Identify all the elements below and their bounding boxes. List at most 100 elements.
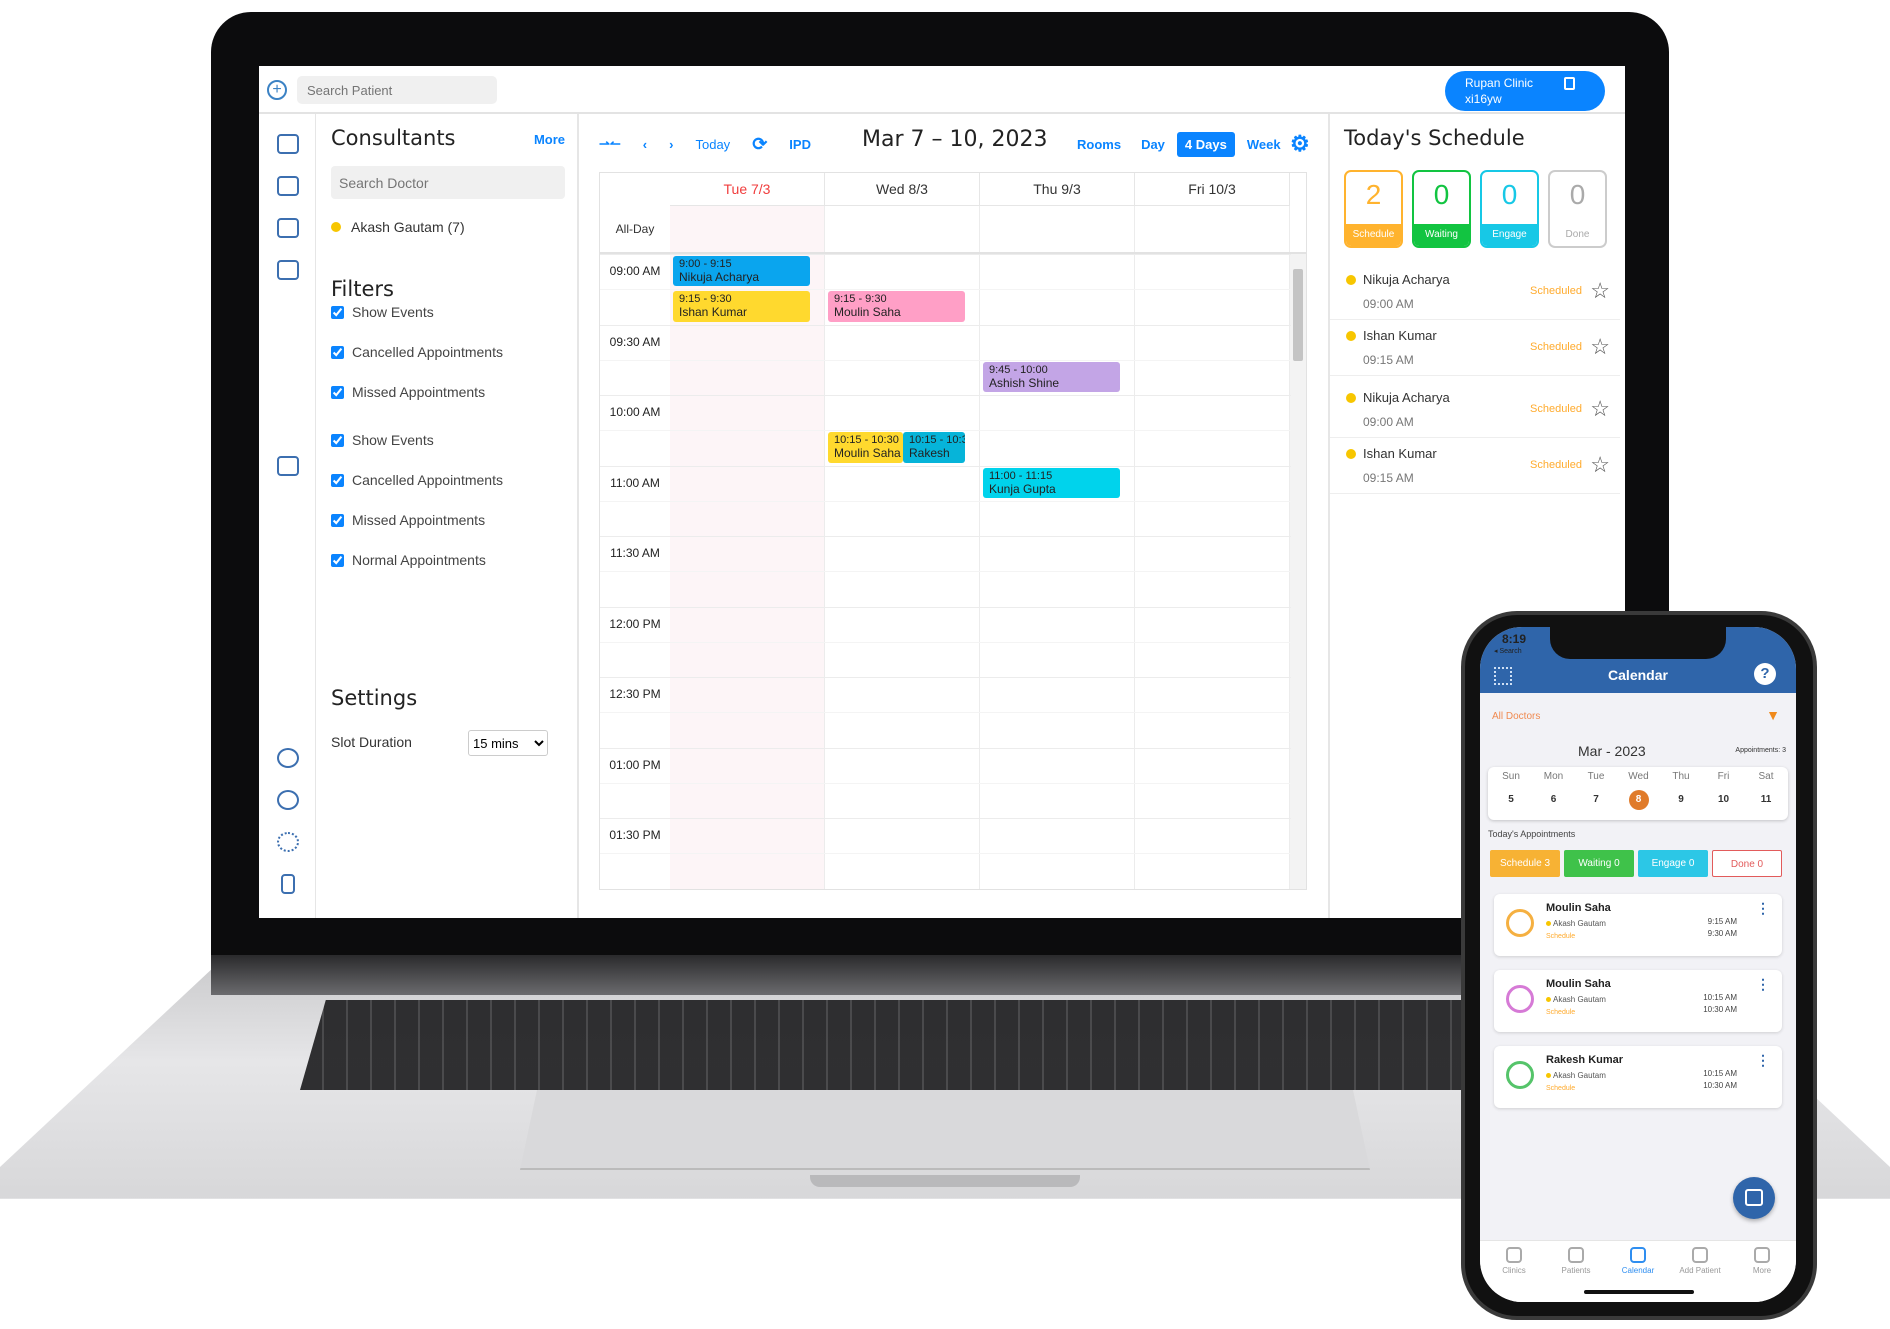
appointment-card[interactable]: Moulin Saha Akash Gautam Schedule 9:15 AM 9:…	[1494, 894, 1782, 956]
status-box-done[interactable]: 0 Done	[1548, 170, 1607, 248]
filter-checkbox[interactable]	[331, 513, 344, 527]
status-button-engage[interactable]: Engage 0	[1638, 850, 1708, 877]
appointment-card[interactable]: Moulin Saha Akash Gautam Schedule 10:15 AM 1…	[1494, 970, 1782, 1032]
appointment-event[interactable]: 9:00 - 9:15 Nikuja Acharya	[673, 256, 810, 287]
gear-icon[interactable]: ⚙	[1290, 129, 1310, 159]
week-day[interactable]: Fri 10	[1703, 771, 1745, 810]
chevron-left-icon[interactable]: ‹	[643, 137, 647, 152]
day-header[interactable]: Wed 8/3	[825, 173, 980, 206]
clinic-switcher[interactable]: Rupan Clinic xi16yw	[1445, 71, 1605, 111]
refresh-icon[interactable]: ⟳	[752, 134, 767, 155]
view-4-days[interactable]: 4 Days	[1176, 131, 1235, 157]
appointment-event[interactable]: 10:15 - 10:30Rakesh	[903, 432, 965, 463]
appointment-event[interactable]: 11:00 - 11:15 Kunja Gupta	[983, 467, 1120, 498]
kebab-menu-icon[interactable]: ⋮	[1756, 976, 1770, 993]
week-day[interactable]: Sat 11	[1745, 771, 1787, 810]
device-icon[interactable]	[281, 874, 295, 894]
filter-checkbox-row[interactable]: Show Events	[331, 432, 434, 448]
clinics-icon	[1506, 1247, 1522, 1263]
status-box-waiting[interactable]: 0 Waiting	[1412, 170, 1471, 248]
back-to-search[interactable]: ◂ Search	[1494, 647, 1522, 655]
star-icon[interactable]: ☆	[1590, 278, 1610, 304]
status-box-schedule[interactable]: 2 Schedule	[1344, 170, 1403, 248]
filter-checkbox[interactable]	[331, 473, 344, 487]
filter-icon[interactable]: ▼	[1766, 707, 1780, 723]
end-time: 10:30 AM	[1703, 1005, 1737, 1014]
doctor-item[interactable]: Akash Gautam (7)	[331, 219, 465, 235]
gear-icon[interactable]	[277, 832, 299, 852]
filter-checkbox-row[interactable]: Missed Appointments	[331, 512, 485, 528]
filter-checkbox[interactable]	[331, 345, 344, 359]
appointment-event[interactable]: 9:45 - 10:00 Ashish Shine	[983, 361, 1120, 392]
star-icon[interactable]: ☆	[1590, 396, 1610, 422]
filter-checkbox-row[interactable]: Show Events	[331, 304, 434, 320]
schedule-item[interactable]: Nikuja Acharya 09:00 AM Scheduled ☆	[1330, 264, 1620, 320]
week-day[interactable]: Tue 7	[1575, 771, 1617, 810]
copy-icon[interactable]	[1564, 77, 1575, 90]
status-button-done[interactable]: Done 0	[1712, 850, 1782, 877]
kebab-menu-icon[interactable]: ⋮	[1756, 1052, 1770, 1069]
nav-more[interactable]: More	[1732, 1247, 1792, 1275]
week-day[interactable]: Sun 5	[1490, 771, 1532, 810]
appointment-event[interactable]: 9:15 - 9:30 Ishan Kumar	[673, 291, 810, 322]
filter-checkbox-row[interactable]: Normal Appointments	[331, 552, 486, 568]
filter-checkbox-row[interactable]: Cancelled Appointments	[331, 472, 503, 488]
calendar-fab[interactable]	[1733, 1177, 1775, 1219]
filter-checkbox[interactable]	[331, 553, 344, 567]
schedule-item[interactable]: Ishan Kumar 09:15 AM Scheduled ☆	[1330, 320, 1620, 376]
view-day[interactable]: Day	[1133, 132, 1173, 157]
schedule-item[interactable]: Ishan Kumar 09:15 AM Scheduled ☆	[1330, 438, 1620, 494]
day-header[interactable]: Fri 10/3	[1135, 173, 1290, 206]
today-button[interactable]: Today	[695, 137, 730, 152]
filter-checkbox-row[interactable]: Cancelled Appointments	[331, 344, 503, 360]
video-icon[interactable]	[277, 456, 299, 476]
day-header[interactable]: Tue 7/3	[670, 173, 825, 206]
slot-duration-select[interactable]: 15 mins	[468, 730, 548, 756]
id-card-icon[interactable]	[277, 218, 299, 238]
filter-checkbox[interactable]	[331, 305, 344, 319]
chevron-right-icon[interactable]: ›	[669, 137, 673, 152]
stethoscope-icon[interactable]	[277, 748, 299, 768]
day-column[interactable]	[980, 206, 1135, 889]
nav-calendar[interactable]: Calendar	[1608, 1247, 1668, 1275]
help-icon[interactable]: ?	[1754, 663, 1776, 685]
collapse-icon[interactable]: ⇀↼	[599, 136, 621, 152]
dashboard-icon[interactable]	[277, 134, 299, 154]
status-button-schedule[interactable]: Schedule 3	[1490, 850, 1560, 877]
filter-checkbox[interactable]	[331, 433, 344, 447]
calendar-icon[interactable]	[277, 176, 299, 196]
time-row-half	[600, 430, 1291, 432]
nav-patients[interactable]: Patients	[1546, 1247, 1606, 1275]
star-icon[interactable]: ☆	[1590, 334, 1610, 360]
week-day[interactable]: Wed 8	[1618, 771, 1660, 810]
appointment-event[interactable]: 10:15 - 10:30 Moulin Saha	[828, 432, 903, 463]
ipd-button[interactable]: IPD	[789, 137, 811, 152]
nav-clinics[interactable]: Clinics	[1484, 1247, 1544, 1275]
appointment-card[interactable]: Rakesh Kumar Akash Gautam Schedule 10:15 AM…	[1494, 1046, 1782, 1108]
kebab-menu-icon[interactable]: ⋮	[1756, 900, 1770, 917]
schedule-item[interactable]: Nikuja Acharya 09:00 AM Scheduled ☆	[1330, 382, 1620, 438]
more-link[interactable]: More	[534, 132, 565, 147]
filter-checkbox[interactable]	[331, 385, 344, 399]
video-icon[interactable]	[277, 260, 299, 280]
view-week[interactable]: Week	[1239, 132, 1289, 157]
search-doctor-input[interactable]	[331, 166, 565, 199]
patient-name: Nikuja Acharya	[1363, 390, 1450, 405]
filter-checkbox-row[interactable]: Missed Appointments	[331, 384, 485, 400]
day-column[interactable]	[1135, 206, 1290, 889]
status-button-waiting[interactable]: Waiting 0	[1564, 850, 1634, 877]
status-box-engage[interactable]: 0 Engage	[1480, 170, 1539, 248]
week-day[interactable]: Mon 6	[1533, 771, 1575, 810]
add-circle-icon[interactable]: +	[267, 80, 287, 100]
day-header[interactable]: Thu 9/3	[980, 173, 1135, 206]
search-patient-input[interactable]	[297, 76, 497, 104]
scrollbar[interactable]	[1290, 253, 1306, 889]
user-icon[interactable]	[277, 790, 299, 810]
week-day[interactable]: Thu 9	[1660, 771, 1702, 810]
scrollbar-thumb[interactable]	[1293, 269, 1303, 361]
all-doctors-filter[interactable]: All Doctors	[1492, 711, 1540, 722]
view-rooms[interactable]: Rooms	[1069, 132, 1129, 157]
nav-add-patient[interactable]: Add Patient	[1670, 1247, 1730, 1275]
appointment-event[interactable]: 9:15 - 9:30 Moulin Saha	[828, 291, 965, 322]
star-icon[interactable]: ☆	[1590, 452, 1610, 478]
